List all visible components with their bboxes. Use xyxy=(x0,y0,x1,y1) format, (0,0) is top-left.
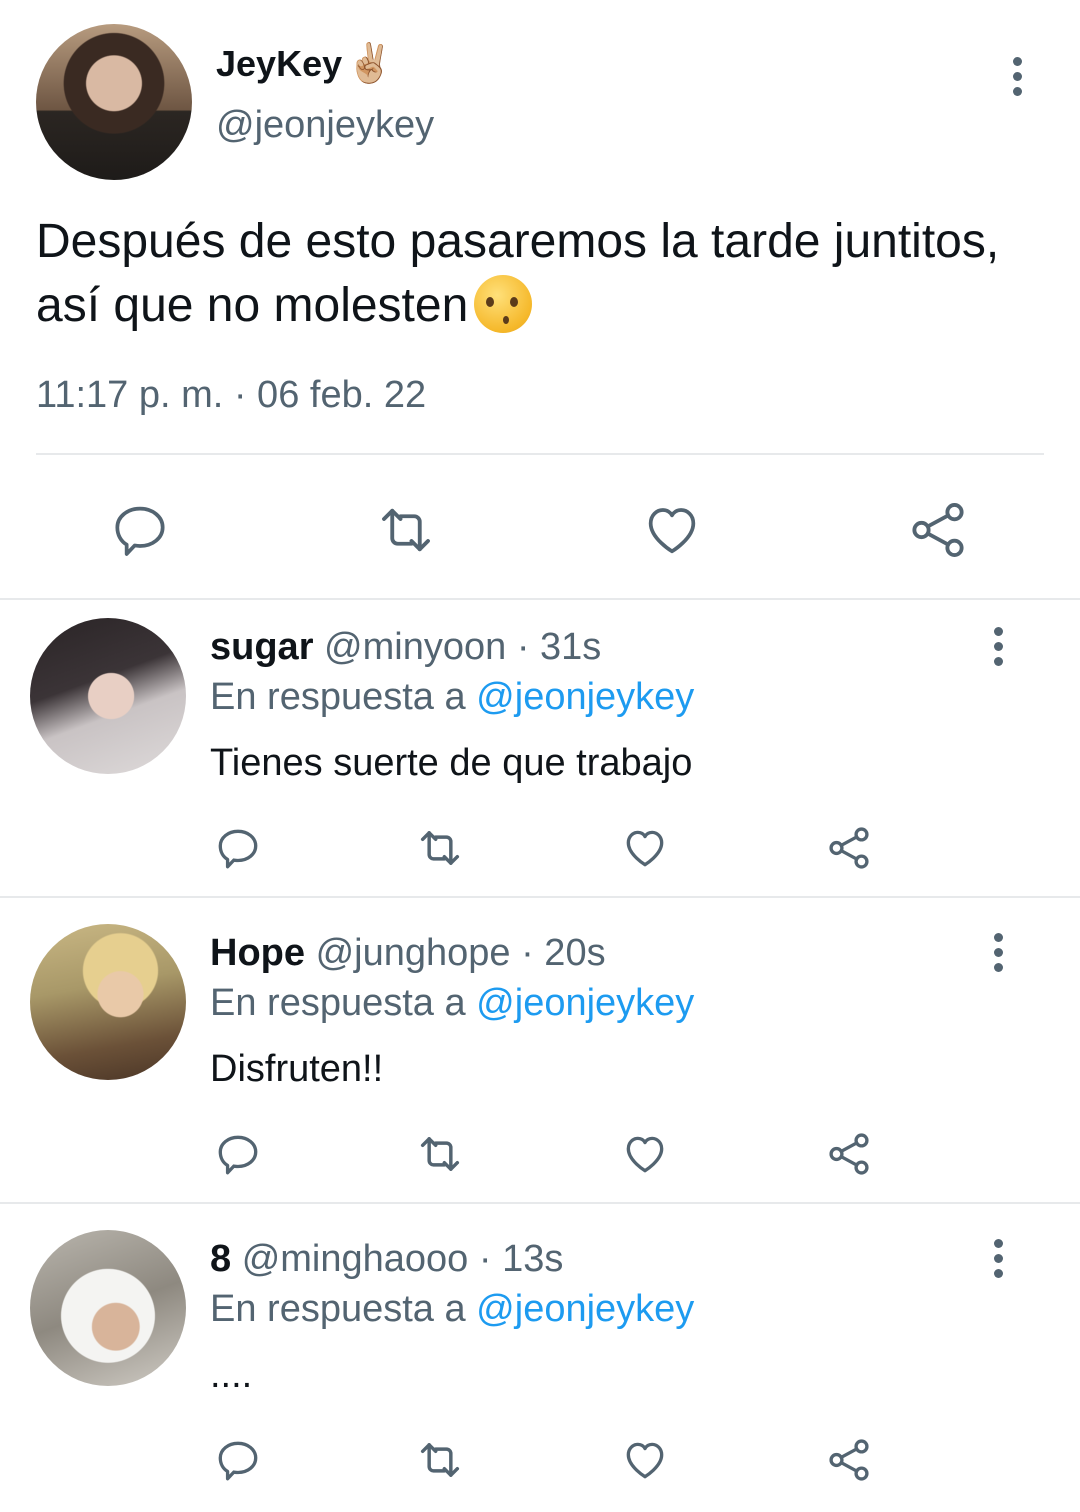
tweet-text: Después de esto pasaremos la tarde junti… xyxy=(36,210,1036,338)
divider xyxy=(36,453,1044,455)
more-options-icon[interactable] xyxy=(1010,57,1024,101)
reply-time: · 31s xyxy=(516,626,602,668)
display-name[interactable]: JeyKey ✌🏼 xyxy=(216,42,393,86)
tweet-actions xyxy=(0,490,1080,570)
replying-to: En respuesta a @jeonjeykey xyxy=(210,676,694,719)
reply-button[interactable] xyxy=(200,1432,276,1488)
reply-header: Hope @junghope · 20s xyxy=(210,932,606,975)
reply-icon xyxy=(218,1441,258,1481)
reply-tweet[interactable]: sugar @minyoon · 31s En respuesta a @jeo… xyxy=(0,600,1080,898)
display-name-text: JeyKey xyxy=(216,43,343,84)
divider xyxy=(0,1202,1080,1204)
reply-tweet[interactable]: Hope @junghope · 20s En respuesta a @jeo… xyxy=(0,906,1080,1204)
retweet-icon xyxy=(420,1443,460,1477)
like-button[interactable] xyxy=(607,1126,683,1182)
mention-link[interactable]: @jeonjeykey xyxy=(476,676,694,718)
like-button[interactable] xyxy=(632,490,712,570)
replying-to-label: En respuesta a xyxy=(210,676,466,718)
like-icon xyxy=(648,508,696,554)
share-button[interactable] xyxy=(811,1126,887,1182)
reply-button[interactable] xyxy=(100,490,180,570)
reply-time: · 13s xyxy=(478,1238,564,1280)
replying-to-label: En respuesta a xyxy=(210,1288,466,1330)
mention-link[interactable]: @jeonjeykey xyxy=(476,982,694,1024)
retweet-button[interactable] xyxy=(366,490,446,570)
avatar[interactable] xyxy=(36,24,192,180)
reply-handle[interactable]: @minyoon xyxy=(324,626,506,668)
reply-text: Disfruten!! xyxy=(210,1048,384,1090)
avatar[interactable] xyxy=(30,1230,186,1386)
share-icon xyxy=(829,1133,869,1175)
share-button[interactable] xyxy=(898,490,978,570)
retweet-icon xyxy=(420,1137,460,1171)
reply-button[interactable] xyxy=(200,1126,276,1182)
reply-text: Tienes suerte de que trabajo xyxy=(210,742,693,784)
avatar[interactable] xyxy=(30,618,186,774)
retweet-icon xyxy=(420,831,460,865)
reply-display-name[interactable]: sugar xyxy=(210,626,313,668)
replying-to: En respuesta a @jeonjeykey xyxy=(210,1288,694,1331)
reply-handle[interactable]: @junghope xyxy=(316,932,511,974)
share-icon xyxy=(829,827,869,869)
mention-link[interactable]: @jeonjeykey xyxy=(476,1288,694,1330)
raised-eyebrow-emoji xyxy=(474,275,533,333)
like-icon xyxy=(626,1442,664,1479)
share-button[interactable] xyxy=(811,1432,887,1488)
like-icon xyxy=(626,830,664,867)
retweet-button[interactable] xyxy=(402,1126,478,1182)
reply-text: .... xyxy=(210,1354,253,1396)
like-button[interactable] xyxy=(607,1432,683,1488)
reply-icon xyxy=(218,1135,258,1175)
reply-button[interactable] xyxy=(200,820,276,876)
share-icon xyxy=(912,503,964,557)
replying-to-label: En respuesta a xyxy=(210,982,466,1024)
avatar[interactable] xyxy=(30,924,186,1080)
like-icon xyxy=(626,1136,664,1173)
tweet-timestamp[interactable]: 11:17 p. m. · 06 feb. 22 xyxy=(36,374,426,417)
reply-display-name[interactable]: 8 xyxy=(210,1238,231,1280)
reply-header: 8 @minghaooo · 13s xyxy=(210,1238,563,1281)
like-button[interactable] xyxy=(607,820,683,876)
reply-header: sugar @minyoon · 31s xyxy=(210,626,601,669)
retweet-icon xyxy=(382,508,430,552)
divider xyxy=(0,896,1080,898)
share-icon xyxy=(829,1439,869,1481)
more-options-icon[interactable] xyxy=(991,627,1005,671)
reply-handle[interactable]: @minghaooo xyxy=(242,1238,469,1280)
reply-icon xyxy=(218,829,258,869)
reply-display-name[interactable]: Hope xyxy=(210,932,305,974)
reply-icon xyxy=(115,506,165,556)
more-options-icon[interactable] xyxy=(991,933,1005,977)
victory-hand-emoji: ✌🏼 xyxy=(346,43,394,85)
retweet-button[interactable] xyxy=(402,1432,478,1488)
main-tweet: JeyKey ✌🏼 @jeonjeykey Después de esto pas… xyxy=(0,0,1080,600)
share-button[interactable] xyxy=(811,820,887,876)
reply-time: · 20s xyxy=(521,932,606,974)
reply-tweet[interactable]: 8 @minghaooo · 13s En respuesta a @jeonj… xyxy=(0,1212,1080,1512)
retweet-button[interactable] xyxy=(402,820,478,876)
replying-to: En respuesta a @jeonjeykey xyxy=(210,982,694,1025)
more-options-icon[interactable] xyxy=(991,1239,1005,1283)
user-handle[interactable]: @jeonjeykey xyxy=(216,104,434,147)
